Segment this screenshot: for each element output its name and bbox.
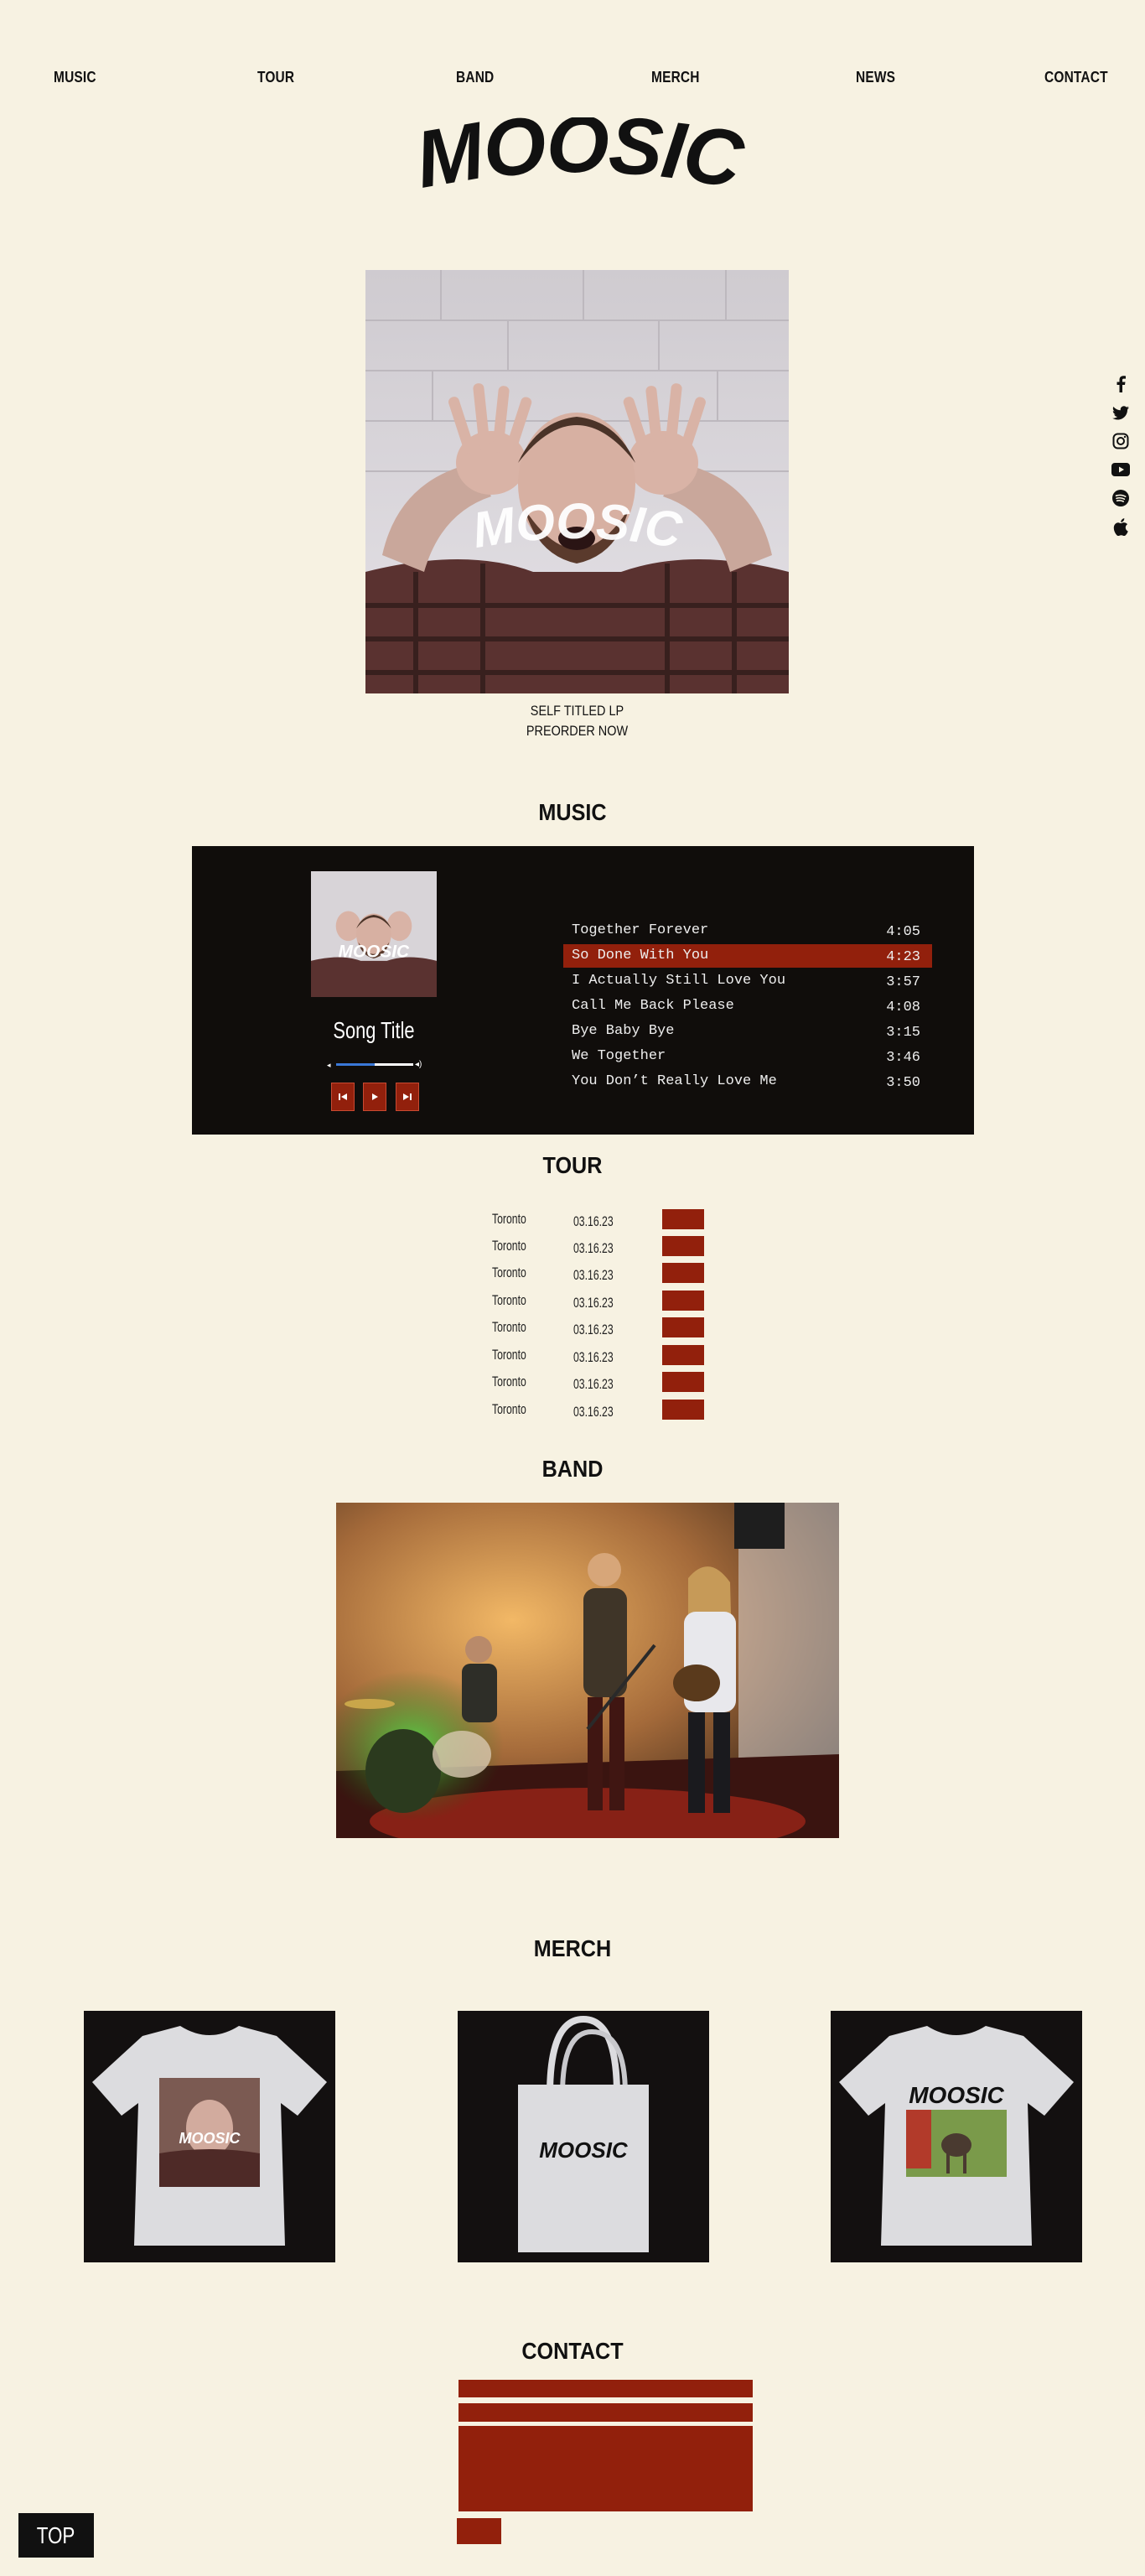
tour-heading: TOUR <box>542 1152 603 1178</box>
track-title: You Don’t Really Love Me <box>572 1073 777 1089</box>
contact-heading: CONTACT <box>521 2338 624 2364</box>
play-icon <box>372 1093 378 1100</box>
logo-text: MOOSIC <box>409 117 753 206</box>
track-row[interactable]: I Actually Still Love You 3:57 <box>563 969 932 993</box>
merch-heading: MERCH <box>533 1935 612 1961</box>
track-duration: 3:15 <box>886 1025 920 1041</box>
nav-band[interactable]: BAND <box>456 69 494 86</box>
tour-city: Toronto <box>492 1211 526 1227</box>
music-player: MOOSIC Song Title ◂ ◂) Together Forever … <box>192 846 974 1135</box>
track-duration: 3:46 <box>886 1050 920 1066</box>
track-duration: 4:05 <box>886 924 920 940</box>
tour-city: Toronto <box>492 1401 526 1417</box>
nav-merch[interactable]: MERCH <box>651 69 700 86</box>
contact-email-field[interactable] <box>459 2403 753 2422</box>
volume-high-icon[interactable]: ◂) <box>415 1060 422 1069</box>
band-heading: BAND <box>541 1456 604 1482</box>
progress-bar[interactable] <box>336 1063 413 1066</box>
album-cover-image[interactable]: MOOSIC <box>365 270 789 693</box>
next-icon <box>403 1093 412 1100</box>
youtube-icon[interactable] <box>1111 460 1130 479</box>
previous-icon <box>339 1093 347 1100</box>
tour-date: 03.16.23 <box>573 1295 614 1311</box>
tour-ticket-button[interactable] <box>662 1291 704 1311</box>
contact-name-field[interactable] <box>459 2380 753 2397</box>
tour-date: 03.16.23 <box>573 1267 614 1283</box>
track-row[interactable]: Together Forever 4:05 <box>563 919 932 943</box>
merch-item-moose-tee[interactable]: MOOSIC <box>831 2011 1082 2262</box>
merch-item-tote[interactable]: MOOSIC <box>458 2011 709 2262</box>
apple-icon[interactable] <box>1111 517 1130 536</box>
back-to-top-label: TOP <box>37 2521 75 2548</box>
nav-tour[interactable]: TOUR <box>257 69 294 86</box>
merch-item-photo-tee[interactable]: MOOSIC <box>84 2011 335 2262</box>
tour-ticket-button[interactable] <box>662 1345 704 1365</box>
facebook-icon[interactable] <box>1111 375 1130 393</box>
track-duration: 3:57 <box>886 974 920 990</box>
player-album-thumb: MOOSIC <box>311 871 437 997</box>
tour-date: 03.16.23 <box>573 1404 614 1420</box>
svg-text:MOOSIC: MOOSIC <box>469 493 686 559</box>
track-title: Call Me Back Please <box>572 998 734 1014</box>
tour-ticket-button[interactable] <box>662 1372 704 1392</box>
thumb-overlay-text: MOOSIC <box>339 942 410 961</box>
tour-date: 03.16.23 <box>573 1349 614 1365</box>
brand-logo[interactable]: MOOSIC <box>394 117 763 218</box>
tour-city: Toronto <box>492 1319 526 1335</box>
contact-message-field[interactable] <box>459 2426 753 2511</box>
tour-ticket-button[interactable] <box>662 1317 704 1337</box>
music-heading: MUSIC <box>538 799 607 825</box>
track-title: Bye Baby Bye <box>572 1023 675 1039</box>
tee-print-text: MOOSIC <box>179 2130 241 2147</box>
hero-caption-line1[interactable]: SELF TITLED LP <box>397 703 757 719</box>
tour-date: 03.16.23 <box>573 1240 614 1256</box>
svg-text:MOOSIC: MOOSIC <box>409 117 751 206</box>
nav-contact[interactable]: CONTACT <box>1044 69 1108 86</box>
moose-tee-print-text: MOOSIC <box>909 2082 1004 2108</box>
tour-city: Toronto <box>492 1238 526 1254</box>
next-track-button[interactable] <box>396 1083 419 1111</box>
nav-music[interactable]: MUSIC <box>54 69 96 86</box>
contact-submit-button[interactable] <box>457 2518 501 2544</box>
tour-date: 03.16.23 <box>573 1213 614 1229</box>
track-duration: 3:50 <box>886 1075 920 1091</box>
track-duration: 4:23 <box>886 949 920 965</box>
instagram-icon[interactable] <box>1111 432 1130 450</box>
tour-ticket-button[interactable] <box>662 1263 704 1283</box>
volume-low-icon: ◂ <box>327 1061 331 1069</box>
progress-fill <box>336 1063 375 1066</box>
track-row[interactable]: Call Me Back Please 4:08 <box>563 995 932 1018</box>
tour-date: 03.16.23 <box>573 1376 614 1392</box>
track-title: We Together <box>572 1048 666 1064</box>
play-button[interactable] <box>363 1083 386 1111</box>
tour-ticket-button[interactable] <box>662 1209 704 1229</box>
tour-city: Toronto <box>492 1292 526 1308</box>
track-row[interactable]: We Together 3:46 <box>563 1045 932 1068</box>
band-photo[interactable] <box>336 1503 839 1838</box>
spotify-icon[interactable] <box>1111 489 1130 507</box>
tote-print-text: MOOSIC <box>539 2137 629 2163</box>
track-row[interactable]: You Don’t Really Love Me 3:50 <box>563 1070 932 1093</box>
track-duration: 4:08 <box>886 1000 920 1015</box>
hero-caption-line2[interactable]: PREORDER NOW <box>397 723 757 740</box>
track-row[interactable]: Bye Baby Bye 3:15 <box>563 1020 932 1043</box>
track-row-active[interactable]: So Done With You 4:23 <box>563 944 932 968</box>
back-to-top-button[interactable]: TOP <box>18 2513 94 2558</box>
previous-track-button[interactable] <box>331 1083 355 1111</box>
track-title: So Done With You <box>572 948 709 963</box>
twitter-icon[interactable] <box>1111 403 1130 422</box>
tour-city: Toronto <box>492 1265 526 1280</box>
track-title: Together Forever <box>572 922 709 938</box>
tour-ticket-button[interactable] <box>662 1236 704 1256</box>
track-title: I Actually Still Love You <box>572 973 786 989</box>
tour-city: Toronto <box>492 1374 526 1389</box>
hero-overlay-text: MOOSIC <box>469 493 686 559</box>
tour-city: Toronto <box>492 1347 526 1363</box>
nav-news[interactable]: NEWS <box>856 69 895 86</box>
tour-date: 03.16.23 <box>573 1322 614 1337</box>
tour-ticket-button[interactable] <box>662 1400 704 1420</box>
song-title: Song Title <box>333 1017 415 1043</box>
